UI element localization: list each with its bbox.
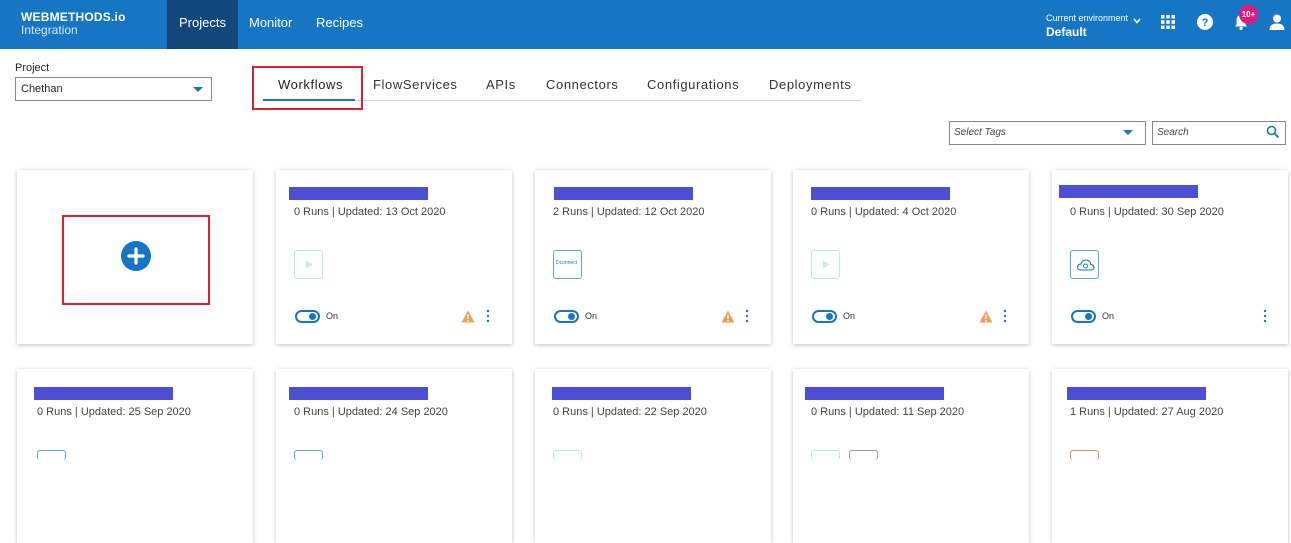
redacted-workflow-name: [552, 387, 691, 400]
warning-icon[interactable]: [461, 310, 475, 323]
workflow-card[interactable]: 2 Runs | Updated: 12 Oct 2020 Dconnect O…: [535, 170, 771, 344]
more-options-icon[interactable]: [1003, 309, 1007, 323]
app-connector-icon: [294, 250, 323, 279]
svg-text:?: ?: [1202, 17, 1209, 29]
workflow-meta: 0 Runs | Updated: 25 Sep 2020: [37, 406, 191, 418]
nav-monitor[interactable]: Monitor: [237, 0, 304, 49]
caret-down-icon[interactable]: [193, 87, 203, 92]
environment-value: Default: [1046, 25, 1087, 39]
tab-configurations[interactable]: Configurations: [647, 77, 739, 92]
environment-label: Current environment: [1046, 13, 1129, 23]
nav-recipes[interactable]: Recipes: [304, 0, 375, 49]
highlight-add-workflow: [62, 215, 210, 305]
workflow-meta: 2 Runs | Updated: 12 Oct 2020: [553, 206, 705, 218]
workflow-meta: 0 Runs | Updated: 22 Sep 2020: [553, 406, 707, 418]
workflow-toggle[interactable]: [1071, 310, 1096, 323]
workflow-meta: 0 Runs | Updated: 13 Oct 2020: [294, 206, 446, 218]
nav-projects[interactable]: Projects: [167, 0, 238, 49]
app-label: Dconnect: [556, 260, 578, 266]
workflow-card[interactable]: 0 Runs | Updated: 30 Sep 2020 On: [1052, 170, 1288, 344]
more-options-icon[interactable]: [486, 309, 490, 323]
warning-icon[interactable]: [721, 310, 735, 323]
redacted-workflow-name: [554, 187, 693, 200]
workflow-toggle[interactable]: [554, 310, 579, 323]
tab-deployments[interactable]: Deployments: [769, 77, 851, 92]
toggle-label: On: [585, 311, 598, 321]
workflow-card[interactable]: 0 Runs | Updated: 4 Oct 2020 On: [793, 170, 1029, 344]
workflow-card[interactable]: 0 Runs | Updated: 22 Sep 2020: [535, 369, 771, 543]
redacted-workflow-name: [1067, 387, 1206, 400]
redacted-workflow-name: [289, 387, 428, 400]
workflow-card[interactable]: 0 Runs | Updated: 24 Sep 2020: [276, 369, 512, 543]
workflow-card[interactable]: 0 Runs | Updated: 11 Sep 2020: [793, 369, 1029, 543]
play-icon: [306, 260, 313, 269]
brand-subtitle: Integration: [21, 23, 78, 37]
help-icon[interactable]: ?: [1196, 13, 1214, 31]
warning-icon[interactable]: [979, 310, 993, 323]
search-icon[interactable]: [1266, 125, 1280, 139]
notification-badge: 10+: [1239, 5, 1258, 24]
workflow-meta: 0 Runs | Updated: 24 Sep 2020: [294, 406, 448, 418]
app-connector-icon: [1070, 250, 1099, 279]
tags-placeholder: Select Tags: [954, 127, 1006, 138]
top-navigation-bar: WEBMETHODS.io Integration Projects Monit…: [0, 0, 1291, 49]
chevron-down-icon[interactable]: [1133, 17, 1141, 25]
more-options-icon[interactable]: [745, 309, 749, 323]
project-selected-value: Chethan: [21, 83, 63, 95]
redacted-workflow-name: [811, 187, 950, 200]
more-options-icon[interactable]: [1263, 309, 1267, 323]
redacted-workflow-name: [1059, 185, 1198, 198]
workflow-card[interactable]: 0 Runs | Updated: 13 Oct 2020 On: [276, 170, 512, 344]
user-icon[interactable]: [1268, 13, 1286, 31]
workflow-toggle[interactable]: [812, 310, 837, 323]
cloud-icon: [1076, 259, 1095, 271]
workflow-meta: 0 Runs | Updated: 30 Sep 2020: [1070, 206, 1224, 218]
workflow-meta: 0 Runs | Updated: 11 Sep 2020: [811, 406, 965, 418]
environment-selector[interactable]: Current environment Default: [1046, 12, 1128, 38]
project-label: Project: [15, 62, 50, 74]
redacted-workflow-name: [805, 387, 944, 400]
redacted-workflow-name: [34, 387, 173, 400]
app-connector-icon: [811, 250, 840, 279]
project-dropdown[interactable]: Chethan: [15, 77, 212, 101]
workflow-meta: 0 Runs | Updated: 4 Oct 2020: [811, 206, 957, 218]
tab-apis[interactable]: APIs: [486, 77, 516, 92]
workflow-card[interactable]: 1 Runs | Updated: 27 Aug 2020: [1052, 369, 1288, 543]
tab-connectors[interactable]: Connectors: [546, 77, 618, 92]
app-connector-icon: Dconnect: [553, 250, 582, 279]
workflow-toggle[interactable]: [295, 310, 320, 323]
tags-dropdown[interactable]: Select Tags: [949, 121, 1146, 145]
brand-logo[interactable]: WEBMETHODS.io Integration: [21, 11, 126, 37]
search-placeholder: Search: [1157, 127, 1189, 138]
workflow-meta: 1 Runs | Updated: 27 Aug 2020: [1070, 406, 1224, 418]
toggle-label: On: [326, 311, 339, 321]
highlight-workflows-tab: [252, 66, 363, 110]
play-icon: [823, 260, 830, 269]
caret-down-icon[interactable]: [1123, 130, 1133, 135]
workflow-card[interactable]: 0 Runs | Updated: 25 Sep 2020: [17, 369, 253, 543]
toggle-label: On: [843, 311, 856, 321]
app-grid-icon[interactable]: [1159, 13, 1177, 31]
redacted-workflow-name: [289, 187, 428, 200]
tab-flowservices[interactable]: FlowServices: [373, 77, 458, 92]
toggle-label: On: [1102, 311, 1115, 321]
